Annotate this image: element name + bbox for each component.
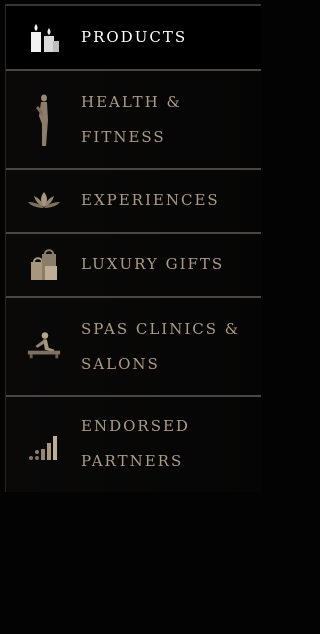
menu-footer-space [5, 492, 260, 634]
category-menu: PRODUCTS HEALTH & FITNESS EXPERIENCES LU… [5, 4, 261, 495]
menu-item-label: SPAS CLINICS & SALONS [81, 320, 241, 373]
menu-item-products[interactable]: PRODUCTS [6, 4, 261, 69]
menu-item-spas-clinics-salons[interactable]: SPAS CLINICS & SALONS [6, 296, 261, 395]
menu-item-experiences[interactable]: EXPERIENCES [6, 168, 261, 232]
side-navigation: PRODUCTS HEALTH & FITNESS EXPERIENCES LU… [0, 0, 261, 634]
menu-item-label: HEALTH & FITNESS [81, 93, 182, 146]
menu-item-health-fitness[interactable]: HEALTH & FITNESS [6, 69, 261, 168]
lotus-icon [26, 188, 62, 214]
menu-item-label: PRODUCTS [81, 28, 188, 46]
massage-icon [26, 328, 62, 362]
menu-item-label: LUXURY GIFTS [81, 255, 225, 273]
candles-icon [26, 20, 62, 56]
menu-item-label: ENDORSED PARTNERS [81, 417, 190, 470]
menu-item-label: EXPERIENCES [81, 191, 220, 209]
menu-item-luxury-gifts[interactable]: LUXURY GIFTS [6, 232, 261, 296]
menu-item-endorsed-partners[interactable]: ENDORSED PARTNERS [6, 395, 261, 495]
signal-bars-icon [26, 429, 62, 463]
gift-bags-icon [26, 247, 62, 283]
yoga-pose-icon [26, 93, 62, 149]
